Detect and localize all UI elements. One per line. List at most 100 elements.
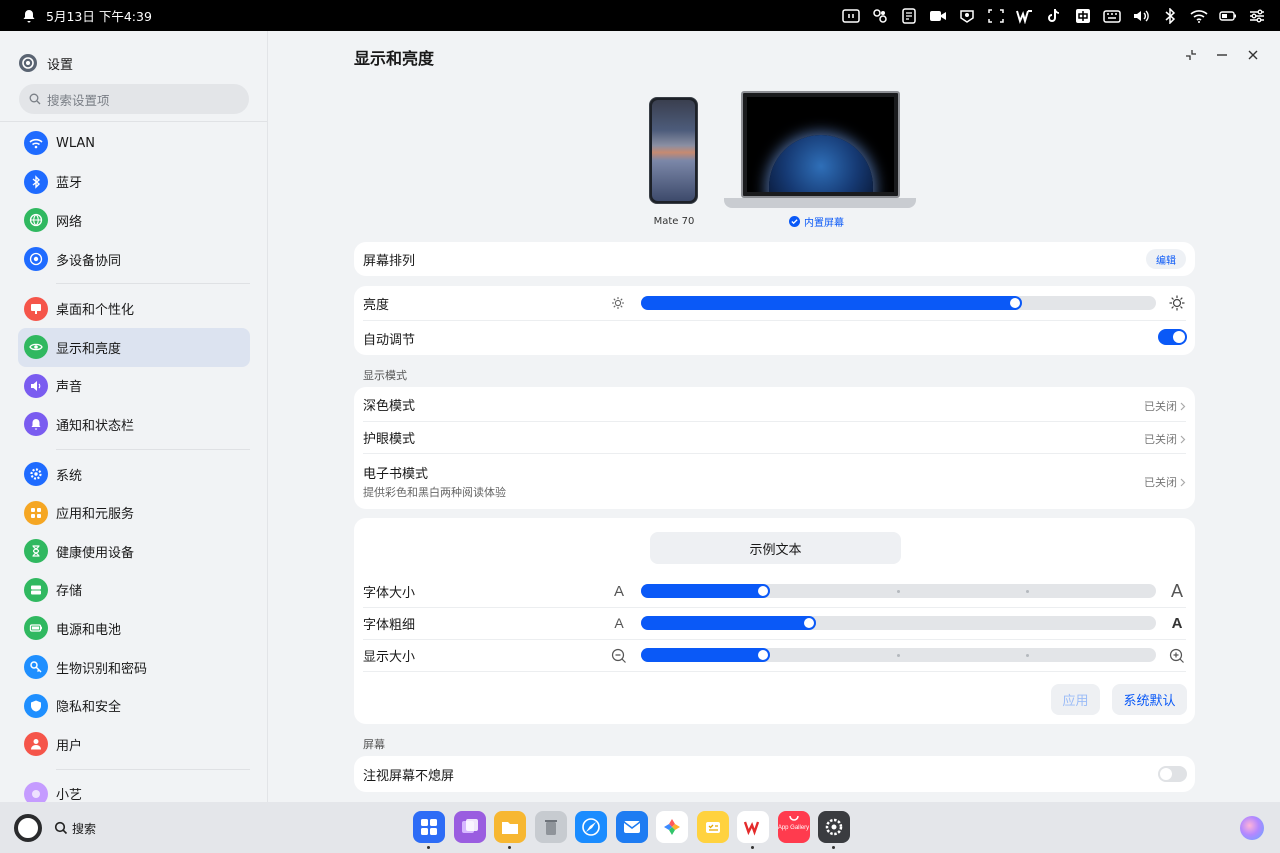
multi-window-icon[interactable] bbox=[871, 8, 889, 24]
screen-projection-icon[interactable] bbox=[842, 8, 860, 24]
sidebar-item-label: 用户 bbox=[56, 738, 83, 754]
search-input[interactable]: 搜索设置项 bbox=[19, 84, 249, 114]
apply-button[interactable]: 应用 bbox=[1051, 684, 1100, 715]
gaze-keep-on-row: 注视屏幕不熄屏 bbox=[363, 756, 1186, 792]
sidebar-item[interactable]: 多设备协同 bbox=[18, 240, 250, 279]
trash-icon[interactable] bbox=[534, 811, 567, 843]
sidebar-item[interactable]: 隐私和安全 bbox=[18, 686, 250, 725]
gaze-keep-on-toggle[interactable] bbox=[1158, 766, 1187, 782]
sidebar-item[interactable]: 小艺 bbox=[18, 775, 250, 802]
dock-apps: App Gallery bbox=[413, 811, 850, 849]
wps-app-icon[interactable] bbox=[737, 811, 769, 849]
dark-mode-status[interactable]: 已关闭 bbox=[1144, 398, 1186, 414]
sidebar-item[interactable]: 声音 bbox=[18, 367, 250, 406]
auto-adjust-toggle[interactable] bbox=[1158, 329, 1187, 345]
sidebar-item[interactable]: 用户 bbox=[18, 725, 250, 764]
sidebar-item[interactable]: 健康使用设备 bbox=[18, 532, 250, 571]
files-icon[interactable] bbox=[494, 811, 526, 849]
sidebar-item[interactable]: 桌面和个性化 bbox=[18, 289, 250, 328]
check-icon bbox=[789, 216, 800, 227]
eye-comfort-row[interactable]: 护眼模式 bbox=[363, 421, 1186, 453]
chevron-right-icon bbox=[1180, 478, 1186, 486]
eye-comfort-status[interactable]: 已关闭 bbox=[1144, 431, 1186, 447]
phone-display[interactable] bbox=[649, 97, 698, 204]
font-size-thumb[interactable] bbox=[757, 586, 768, 596]
font-weight-slider[interactable] bbox=[641, 616, 1156, 630]
notification-bell-icon[interactable] bbox=[20, 8, 38, 24]
sidebar-item-label: 桌面和个性化 bbox=[56, 303, 135, 319]
screen-record-icon[interactable] bbox=[929, 8, 947, 24]
status-datetime: 5月13日 下午4:39 bbox=[46, 9, 152, 24]
assistant-orb-icon[interactable] bbox=[1240, 816, 1264, 840]
home-button[interactable] bbox=[14, 814, 42, 842]
ebook-mode-subtitle: 提供彩色和黑白两种阅读体验 bbox=[363, 485, 506, 499]
mail-icon[interactable] bbox=[615, 811, 648, 843]
sidebar-item[interactable]: 电源和电池 bbox=[18, 609, 250, 648]
sidebar-header: 设置 bbox=[0, 31, 267, 79]
font-size-slider[interactable] bbox=[641, 584, 1156, 598]
ebook-mode-label: 电子书模式 bbox=[363, 466, 429, 482]
tiktok-icon[interactable] bbox=[1045, 8, 1063, 24]
display-size-label: 显示大小 bbox=[363, 650, 416, 665]
dark-mode-row[interactable]: 深色模式 bbox=[363, 387, 1186, 421]
sidebar-item[interactable]: 生物识别和密码 bbox=[18, 648, 250, 687]
notes-app-icon[interactable] bbox=[696, 811, 729, 843]
multi-window-app-icon[interactable] bbox=[453, 811, 486, 843]
display-size-thumb[interactable] bbox=[757, 650, 768, 660]
sidebar-item[interactable]: 应用和元服务 bbox=[18, 493, 250, 532]
volume-icon[interactable] bbox=[1132, 8, 1150, 24]
sidebar-item-label: 通知和状态栏 bbox=[56, 418, 135, 434]
ebook-mode-row[interactable]: 电子书模式 提供彩色和黑白两种阅读体验 bbox=[363, 453, 1186, 509]
brightness-slider[interactable] bbox=[641, 296, 1156, 310]
user-icon bbox=[24, 732, 48, 757]
apps-icon bbox=[24, 500, 48, 525]
notes-icon[interactable] bbox=[900, 7, 918, 24]
sidebar-item[interactable]: 系统 bbox=[18, 455, 250, 494]
network-icon bbox=[24, 208, 48, 233]
sidebar-item[interactable]: 蓝牙 bbox=[18, 163, 250, 202]
taskbar-search[interactable]: 搜索 bbox=[54, 820, 96, 837]
keyboard-icon[interactable] bbox=[1103, 8, 1121, 24]
wps-icon[interactable] bbox=[1016, 8, 1034, 24]
control-panel-icon[interactable] bbox=[1248, 8, 1266, 24]
builtin-display-label: 内置屏幕 bbox=[789, 214, 844, 229]
screen-header: 屏幕 bbox=[363, 738, 385, 751]
key-icon bbox=[24, 655, 48, 680]
display-devices: Mate 70 内置屏幕 bbox=[269, 31, 1280, 231]
app-center-icon[interactable] bbox=[413, 811, 445, 849]
sidebar-item-label: 健康使用设备 bbox=[56, 545, 135, 561]
system-gear-icon bbox=[24, 462, 48, 487]
font-thin-icon: A bbox=[614, 615, 624, 631]
sidebar-item-label: 系统 bbox=[56, 468, 83, 484]
bluetooth-icon[interactable] bbox=[1161, 7, 1179, 24]
laptop-base bbox=[724, 198, 916, 208]
edit-button[interactable]: 编辑 bbox=[1146, 249, 1186, 269]
region-select-icon[interactable] bbox=[987, 8, 1005, 24]
sidebar-item[interactable]: 通知和状态栏 bbox=[18, 405, 250, 444]
auto-adjust-label: 自动调节 bbox=[363, 332, 416, 348]
settings-app-icon[interactable] bbox=[818, 811, 850, 849]
search-icon bbox=[54, 821, 68, 835]
builtin-label-text: 内置屏幕 bbox=[804, 218, 844, 229]
sidebar-item[interactable]: 存储 bbox=[18, 571, 250, 610]
display-size-slider[interactable] bbox=[641, 648, 1156, 662]
gallery-icon[interactable] bbox=[656, 811, 688, 843]
ebook-mode-status[interactable]: 已关闭 bbox=[1144, 474, 1186, 490]
app-gallery-icon[interactable]: App Gallery bbox=[777, 811, 810, 843]
font-bold-icon: A bbox=[1171, 614, 1183, 632]
wifi-icon[interactable] bbox=[1190, 8, 1208, 24]
hourglass-icon bbox=[24, 539, 48, 564]
wifi-icon bbox=[24, 131, 48, 156]
system-default-button[interactable]: 系统默认 bbox=[1112, 684, 1187, 715]
wallpaper-planet bbox=[769, 135, 873, 192]
screenshot-icon[interactable] bbox=[958, 8, 976, 24]
ime-icon[interactable] bbox=[1074, 8, 1092, 24]
builtin-display[interactable] bbox=[741, 91, 900, 198]
zoom-out-icon bbox=[611, 648, 627, 664]
taskbar-search-label: 搜索 bbox=[72, 821, 97, 836]
sidebar-item[interactable]: 显示和亮度 bbox=[18, 327, 250, 367]
sidebar-item[interactable]: WLAN bbox=[18, 124, 250, 163]
sidebar-item[interactable]: 网络 bbox=[18, 201, 250, 240]
brightness-low-icon bbox=[611, 296, 625, 310]
browser-icon[interactable] bbox=[575, 811, 607, 843]
